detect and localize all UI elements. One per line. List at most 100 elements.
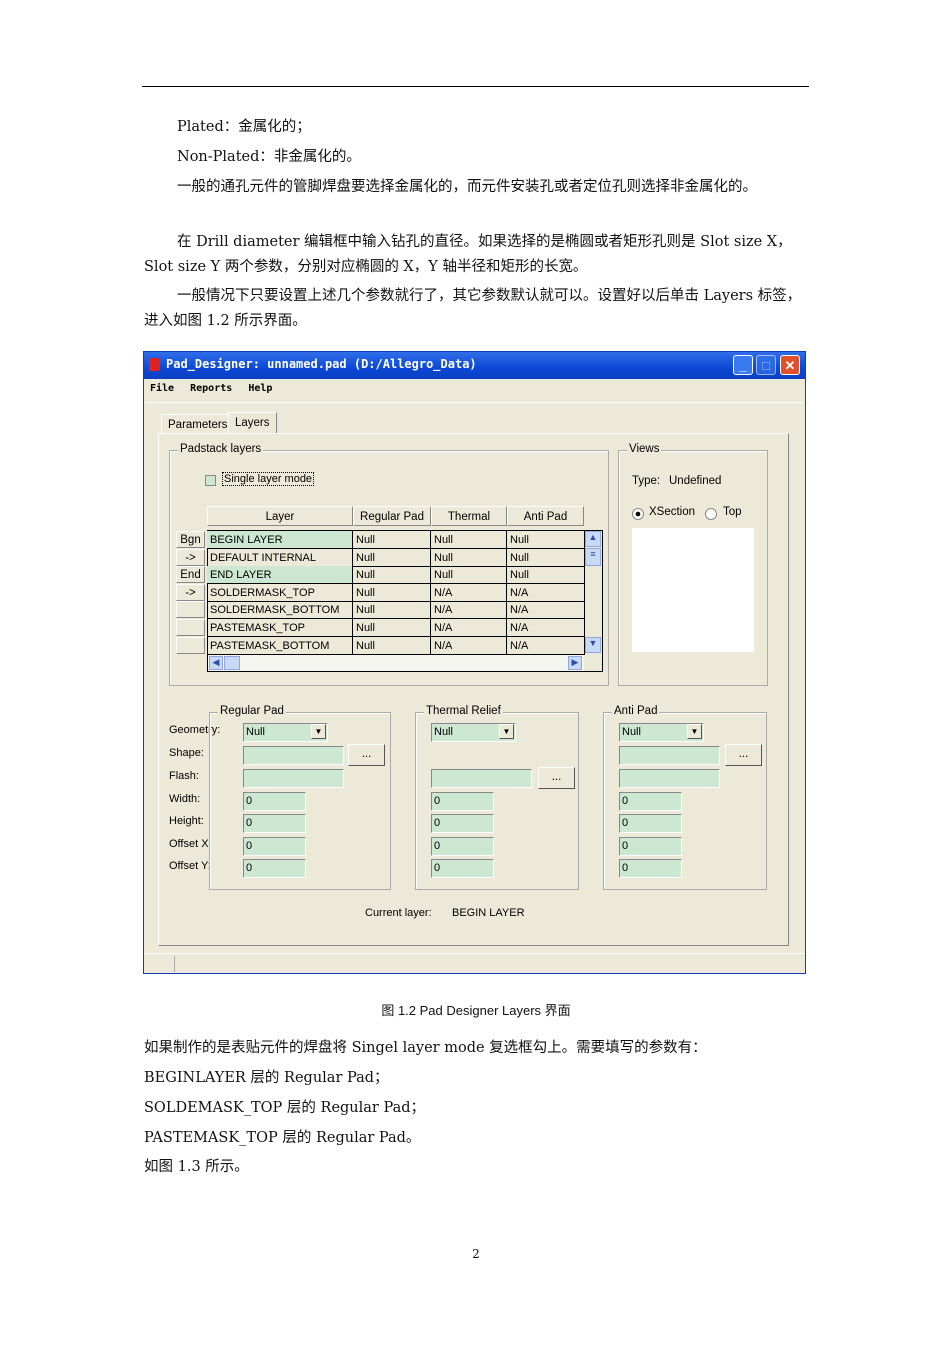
row-button[interactable]: -> [176, 583, 205, 601]
table-cell-regular[interactable]: Null [353, 601, 431, 620]
width-field[interactable]: 0 [619, 792, 682, 811]
table-cell-regular[interactable]: Null [353, 636, 431, 655]
scroll-left-icon[interactable]: ◀ [209, 656, 223, 670]
table-cell-anti[interactable]: Null [507, 548, 585, 567]
browse-button[interactable]: ... [348, 744, 385, 766]
paragraph: Plated：金属化的； [177, 119, 311, 135]
offset-x-field[interactable]: 0 [243, 837, 306, 856]
shape-field[interactable] [619, 746, 720, 765]
status-bar [144, 953, 805, 974]
table-cell-layer[interactable]: END LAYER [207, 566, 353, 585]
offset-y-field[interactable]: 0 [431, 859, 494, 878]
table-cell-regular[interactable]: Null [353, 548, 431, 567]
field-label: Offset X: [169, 838, 212, 850]
flash-field[interactable] [619, 769, 720, 788]
browse-button[interactable]: ... [538, 767, 575, 789]
height-field[interactable]: 0 [619, 814, 682, 833]
radio-xsection-label[interactable]: XSection [649, 506, 695, 518]
height-field[interactable]: 0 [431, 814, 494, 833]
chevron-down-icon[interactable]: ▼ [311, 724, 326, 739]
row-button[interactable]: -> [176, 548, 205, 566]
scroll-up-icon[interactable]: ▲ [585, 531, 601, 547]
figure-caption: 图 1.2 Pad Designer Layers 界面 [381, 1003, 571, 1018]
offset-x-field[interactable]: 0 [619, 837, 682, 856]
offset-y-field[interactable]: 0 [243, 859, 306, 878]
title-bar[interactable]: Pad_Designer: unnamed.pad (D:/Allegro_Da… [144, 352, 805, 379]
tab-layers[interactable]: Layers [228, 412, 277, 433]
height-field[interactable]: 0 [243, 814, 306, 833]
table-cell-thermal[interactable]: N/A [431, 636, 507, 655]
table-cell-thermal[interactable]: Null [431, 548, 507, 567]
scroll-down-icon[interactable]: ▼ [585, 637, 601, 653]
width-field[interactable]: 0 [431, 792, 494, 811]
menu-help[interactable]: Help [248, 383, 272, 394]
column-header-anti-pad[interactable]: Anti Pad [507, 506, 584, 526]
horizontal-scrollbar[interactable] [208, 655, 584, 671]
radio-top-label[interactable]: Top [723, 506, 742, 518]
table-cell-anti[interactable]: Null [507, 566, 585, 585]
table-cell-anti[interactable]: N/A [507, 619, 585, 637]
pad-designer-window: Pad_Designer: unnamed.pad (D:/Allegro_Da… [143, 351, 806, 974]
table-cell-thermal[interactable]: Null [431, 531, 507, 549]
document-page: { "body_top":[ "Plated：金属化的；", "Non-Plat… [0, 0, 950, 1345]
flash-field[interactable] [243, 769, 344, 788]
group-title: Padstack layers [178, 443, 264, 455]
shape-field[interactable] [243, 746, 344, 765]
browse-button[interactable]: ... [725, 744, 762, 766]
table-cell-anti[interactable]: Null [507, 531, 585, 549]
field-label: Height: [169, 815, 204, 827]
window-title: Pad_Designer: unnamed.pad (D:/Allegro_Da… [166, 357, 477, 371]
offset-x-field[interactable]: 0 [431, 837, 494, 856]
table-cell-anti[interactable]: N/A [507, 583, 585, 602]
single-layer-mode-label[interactable]: Single layer mode [222, 472, 315, 486]
row-button[interactable] [176, 636, 205, 654]
flash-field[interactable] [431, 769, 532, 788]
field-label: Offset Y: [169, 860, 211, 872]
table-cell-layer[interactable]: SOLDERMASK_TOP [207, 583, 353, 602]
width-field[interactable]: 0 [243, 792, 306, 811]
close-button[interactable]: ✕ [780, 355, 800, 375]
field-label: Width: [169, 793, 201, 805]
column-header-thermal-relief[interactable]: Thermal Relief [431, 506, 507, 543]
table-cell-anti[interactable]: N/A [507, 601, 585, 620]
table-cell-thermal[interactable]: N/A [431, 583, 507, 602]
menu-reports[interactable]: Reports [190, 383, 232, 394]
row-button[interactable] [176, 619, 205, 636]
paragraph: PASTEMASK_TOP 层的 Regular Pad。 [144, 1130, 421, 1146]
row-button[interactable] [176, 601, 205, 619]
row-button[interactable]: Bgn [176, 531, 205, 548]
table-cell-layer[interactable]: DEFAULT INTERNAL [207, 548, 353, 567]
paragraph: 一般情况下只要设置上述几个参数就行了，其它参数默认就可以。设置好以后单击 Lay… [144, 288, 802, 329]
minimize-button[interactable]: _ [733, 355, 753, 375]
tab-parameters[interactable]: Parameters [161, 414, 235, 433]
row-button[interactable]: End [176, 566, 205, 584]
single-layer-mode-checkbox[interactable] [205, 475, 216, 486]
table-cell-layer[interactable]: SOLDERMASK_BOTTOM [207, 601, 353, 620]
table-cell-layer[interactable]: BEGIN LAYER [207, 531, 353, 549]
column-header-regular-pad[interactable]: Regular Pad [353, 506, 431, 526]
app-icon [149, 358, 160, 371]
table-cell-regular[interactable]: Null [353, 531, 431, 549]
radio-top[interactable] [705, 508, 717, 520]
scroll-right-icon[interactable]: ▶ [568, 656, 582, 670]
hscroll-thumb[interactable] [224, 656, 240, 670]
maximize-button[interactable]: □ [756, 355, 776, 375]
table-cell-regular[interactable]: Null [353, 583, 431, 602]
paragraph: Non-Plated：非金属化的。 [177, 149, 361, 165]
table-cell-thermal[interactable]: N/A [431, 619, 507, 637]
chevron-down-icon[interactable]: ▼ [499, 724, 514, 739]
table-cell-thermal[interactable]: Null [431, 566, 507, 585]
table-cell-thermal[interactable]: N/A [431, 601, 507, 620]
offset-y-field[interactable]: 0 [619, 859, 682, 878]
table-cell-layer[interactable]: PASTEMASK_TOP [207, 619, 353, 637]
radio-xsection[interactable] [632, 508, 644, 520]
menu-file[interactable]: File [150, 383, 174, 394]
scrollbar-thumb[interactable]: ≡ [585, 548, 601, 566]
column-header-layer[interactable]: Layer [207, 506, 353, 526]
table-cell-anti[interactable]: N/A [507, 636, 585, 655]
table-cell-regular[interactable]: Null [353, 619, 431, 637]
header-rule [142, 86, 809, 87]
table-cell-layer[interactable]: PASTEMASK_BOTTOM [207, 636, 353, 655]
chevron-down-icon[interactable]: ▼ [687, 724, 702, 739]
table-cell-regular[interactable]: Null [353, 566, 431, 585]
